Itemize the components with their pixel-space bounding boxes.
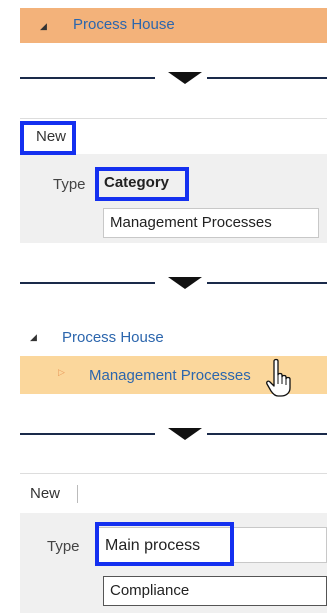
tree-item-label[interactable]: Process House	[73, 16, 175, 33]
down-arrow-icon	[168, 277, 202, 289]
new-button[interactable]: New	[30, 485, 60, 502]
down-arrow-icon	[168, 428, 202, 440]
divider-line	[20, 282, 155, 284]
highlight-box-new	[20, 121, 76, 155]
name-field[interactable]: Management Processes	[103, 208, 319, 238]
divider-line	[207, 77, 327, 79]
divider-line	[20, 433, 155, 435]
tree-item-process-house[interactable]: Process House	[62, 329, 164, 346]
expanded-triangle-icon[interactable]: ◢	[40, 21, 47, 32]
tree-row-process-house[interactable]: ◢ Process House	[20, 8, 327, 43]
step-divider-arrow	[20, 275, 327, 291]
toolbar-separator	[77, 485, 78, 503]
step-divider-arrow	[20, 426, 327, 442]
highlight-box-type	[95, 167, 189, 201]
name-field[interactable]: Compliance	[103, 576, 327, 606]
step-divider-arrow	[20, 70, 327, 86]
divider-line	[20, 77, 155, 79]
down-arrow-icon	[168, 72, 202, 84]
highlight-box-type	[95, 522, 234, 566]
type-label: Type	[53, 176, 86, 193]
form-toolbar	[20, 473, 327, 514]
collapsed-triangle-icon[interactable]: ▷	[58, 367, 65, 378]
tree-item-label[interactable]: Management Processes	[89, 367, 251, 384]
expanded-triangle-icon[interactable]: ◢	[30, 332, 37, 343]
hand-cursor-icon	[266, 358, 291, 397]
name-field-value: Compliance	[110, 582, 190, 599]
divider-line	[207, 282, 327, 284]
name-field-value: Management Processes	[110, 214, 272, 231]
divider-line	[207, 433, 327, 435]
type-label: Type	[47, 538, 80, 555]
